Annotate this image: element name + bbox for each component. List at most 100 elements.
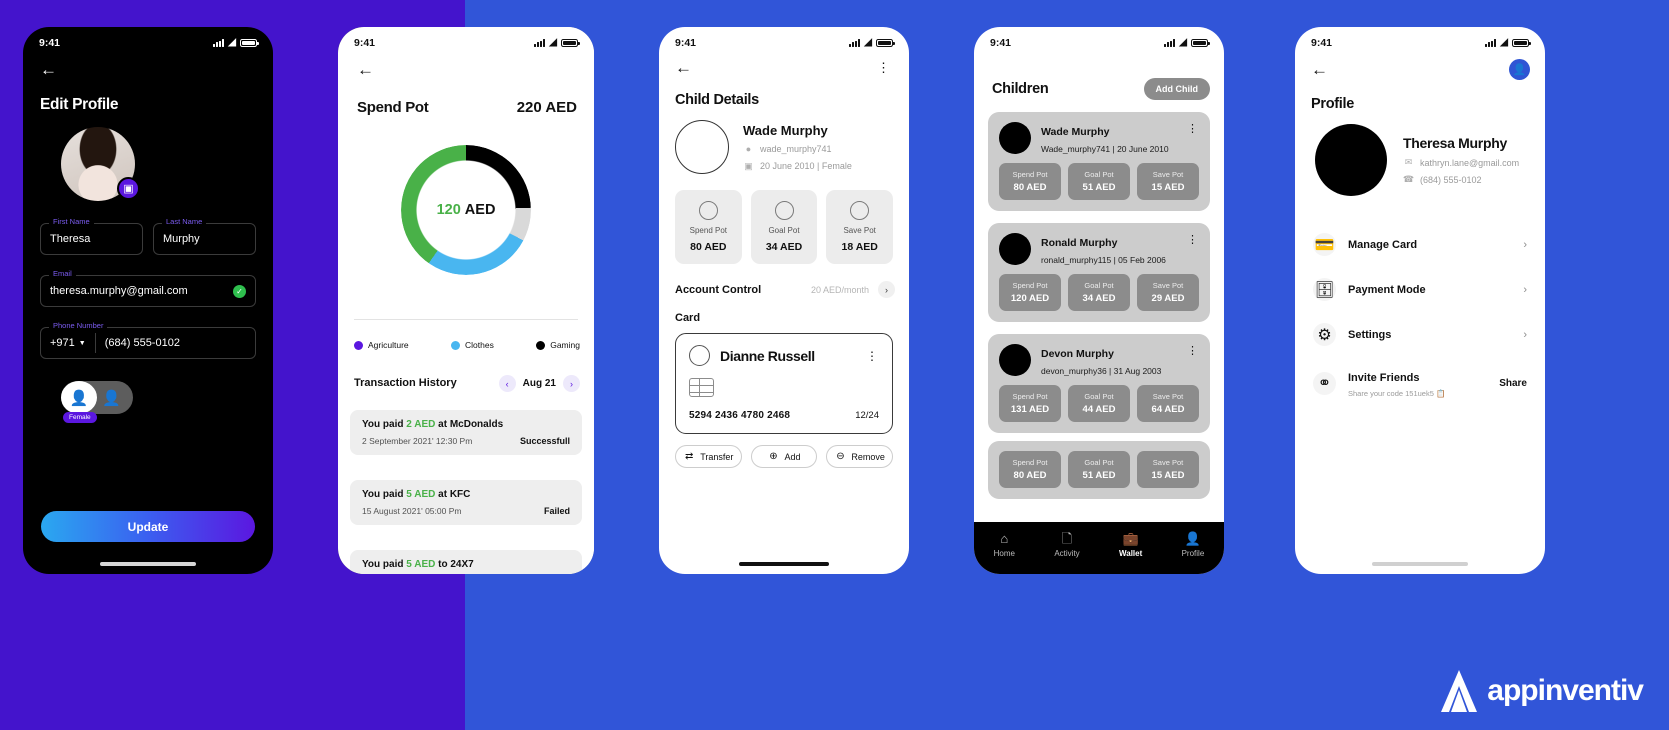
child-card[interactable]: Devon Murphy devon_murphy36 | 31 Aug 200… [988,334,1210,433]
chevron-right-icon[interactable]: › [563,375,580,392]
pot-spend[interactable]: Spend Pot 80 AED [675,190,742,264]
update-button[interactable]: Update [41,511,255,542]
chevron-left-icon[interactable]: ‹ [498,375,516,392]
child-card[interactable]: Ronald Murphy ronald_murphy115 | 05 Feb … [988,223,1210,322]
chevron-right-icon[interactable]: › [878,281,895,298]
remove-button[interactable]: ⊖ Remove [826,445,894,468]
avatar[interactable]: ▣ [61,127,140,201]
pot-spend[interactable]: Spend Pot 120 AED [999,274,1061,311]
tab-activity[interactable]: 🗋 Activity [1054,532,1079,558]
phone-number-field[interactable]: Phone Number +971 ▼ (684) 555-0102 [40,321,256,359]
pot-spend[interactable]: Spend Pot 80 AED [999,451,1061,488]
page-title: Edit Profile [40,96,119,113]
pot-label: Save Pot [1152,458,1184,467]
pot-save[interactable]: Save Pot 18 AED [826,190,894,264]
more-vertical-icon[interactable]: ⋮ [877,61,891,74]
transaction-row[interactable]: You paid 2 AED at McDonalds 2 September … [350,410,582,455]
tab-home[interactable]: ⌂ Home [994,532,1015,558]
card-chip-icon [689,378,714,397]
account-circle-icon[interactable]: 👤 [1509,59,1530,80]
back-arrow-icon[interactable]: ← [40,61,57,78]
back-arrow-icon[interactable]: ← [1311,61,1328,78]
pot-save[interactable]: Save Pot 15 AED [1137,163,1199,200]
pot-goal[interactable]: Goal Pot 34 AED [750,190,818,264]
male-avatar-icon[interactable]: 👤 [102,389,121,407]
total-amount: 220 AED [516,99,577,116]
child-summary: Wade Murphy ● wade_murphy741 ▣ 20 June 2… [675,120,909,174]
pot-goal[interactable]: Goal Pot 34 AED [1068,274,1130,311]
payment-card[interactable]: Dianne Russell ⋮ 5294 2436 4780 2468 12/… [675,333,893,434]
phone-screen-children: 9:41 ◢ Children Add Child Wade Murphy Wa… [974,27,1224,574]
wifi-icon: ◢ [1179,37,1187,48]
menu-item-invite-friends[interactable]: ⚭ Invite Friends Share your code 151uek5… [1309,357,1531,409]
country-code-select[interactable]: +971 ▼ [50,337,86,349]
transaction-row[interactable]: You paid 5 AED at KFC 15 August 2021' 05… [350,480,582,525]
chevron-right-icon: › [1523,328,1527,341]
account-control-row[interactable]: Account Control 20 AED/month › [675,281,895,298]
activity-file-icon: 🗋 [1061,531,1073,546]
menu-item-label: Manage Card [1348,238,1418,251]
pot-save[interactable]: Save Pot 15 AED [1137,451,1199,488]
mail-icon: ✉ [1404,157,1413,167]
back-arrow-icon[interactable]: ← [357,61,374,78]
battery-icon [876,39,895,47]
pot-value: 51 AED [1082,470,1116,481]
avatar [999,122,1031,154]
more-vertical-icon[interactable]: ⋮ [1187,344,1199,357]
child-card-partial[interactable]: Spend Pot 80 AED Goal Pot 51 AED Save Po… [988,441,1210,499]
donut-center-currency: AED [464,202,496,218]
copy-icon[interactable]: 📋 [1436,389,1445,398]
status-time: 9:41 [1311,37,1333,49]
menu-item-manage-card[interactable]: 💳 Manage Card › [1309,222,1531,267]
camera-icon[interactable]: ▣ [117,177,140,200]
more-vertical-icon[interactable]: ⋮ [1187,122,1199,135]
page-title: Spend Pot [357,99,429,116]
menu-item-settings[interactable]: ⚙ Settings › [1309,312,1531,357]
transaction-amount: 2 AED [406,419,436,430]
tab-profile[interactable]: 👤 Profile [1182,532,1205,558]
tab-wallet[interactable]: 💼 Wallet [1119,532,1142,558]
pot-value: 80 AED [690,241,727,253]
transaction-row[interactable]: You paid 5 AED to 24X7 04 Mar 2021' 10:0… [350,550,582,574]
user-icon: ● [745,144,752,154]
pot-spend[interactable]: Spend Pot 131 AED [999,385,1061,422]
cellular-signal-icon [849,39,861,47]
card-expiry: 12/24 [855,410,879,421]
back-arrow-icon[interactable]: ← [675,59,692,76]
transfer-button[interactable]: ⇄ Transfer [675,445,742,468]
child-card[interactable]: Wade Murphy Wade_murphy741 | 20 June 201… [988,112,1210,211]
child-username-row: ● wade_murphy741 [743,144,852,155]
pot-save[interactable]: Save Pot 64 AED [1137,385,1199,422]
pot-spend[interactable]: Spend Pot 80 AED [999,163,1061,200]
spend-pot-light-layer: 9:41 ◢ ← Spend Pot 220 AED 120 AED Agric… [338,27,594,574]
chevron-down-icon: ▼ [78,339,86,347]
transaction-merchant: 24X7 [450,559,474,570]
user-email-row: ✉ kathryn.lane@gmail.com [1403,157,1519,168]
transaction-title: You paid 5 AED to 24X7 [362,559,570,570]
status-bar: 9:41 ◢ [659,27,909,51]
more-vertical-icon[interactable]: ⋮ [1187,233,1199,246]
profile-person-icon: 👤 [1184,531,1202,546]
pot-goal[interactable]: Goal Pot 44 AED [1068,385,1130,422]
menu-item-payment-mode[interactable]: 🗄 Payment Mode › [1309,267,1531,312]
pot-save[interactable]: Save Pot 29 AED [1137,274,1199,311]
pot-goal[interactable]: Goal Pot 51 AED [1068,163,1130,200]
more-vertical-icon[interactable]: ⋮ [866,349,879,363]
legend-item-gaming: Gaming [536,340,580,350]
add-child-button[interactable]: Add Child [1143,78,1210,100]
transfer-icon: ⇄ [685,451,694,462]
email-field[interactable]: Email theresa.murphy@gmail.com ✓ [40,269,256,307]
cellular-signal-icon [1164,39,1176,47]
home-indicator [739,562,829,566]
last-name-field[interactable]: Last Name Murphy [153,217,256,255]
credit-card-icon: 💳 [1313,233,1336,256]
gender-toggle[interactable]: 👤 👤 Female [61,381,133,423]
first-name-field[interactable]: First Name Theresa [40,217,143,255]
add-button[interactable]: ⊕ Add [750,445,818,468]
female-avatar-icon[interactable]: 👤 [61,381,97,414]
pot-label: Save Pot [1152,281,1184,290]
pot-goal[interactable]: Goal Pot 51 AED [1068,451,1130,488]
child-subtitle: Wade_murphy741 | 20 June 2010 [1041,144,1169,154]
share-button[interactable]: Share [1499,378,1527,389]
pot-value: 64 AED [1151,404,1185,415]
